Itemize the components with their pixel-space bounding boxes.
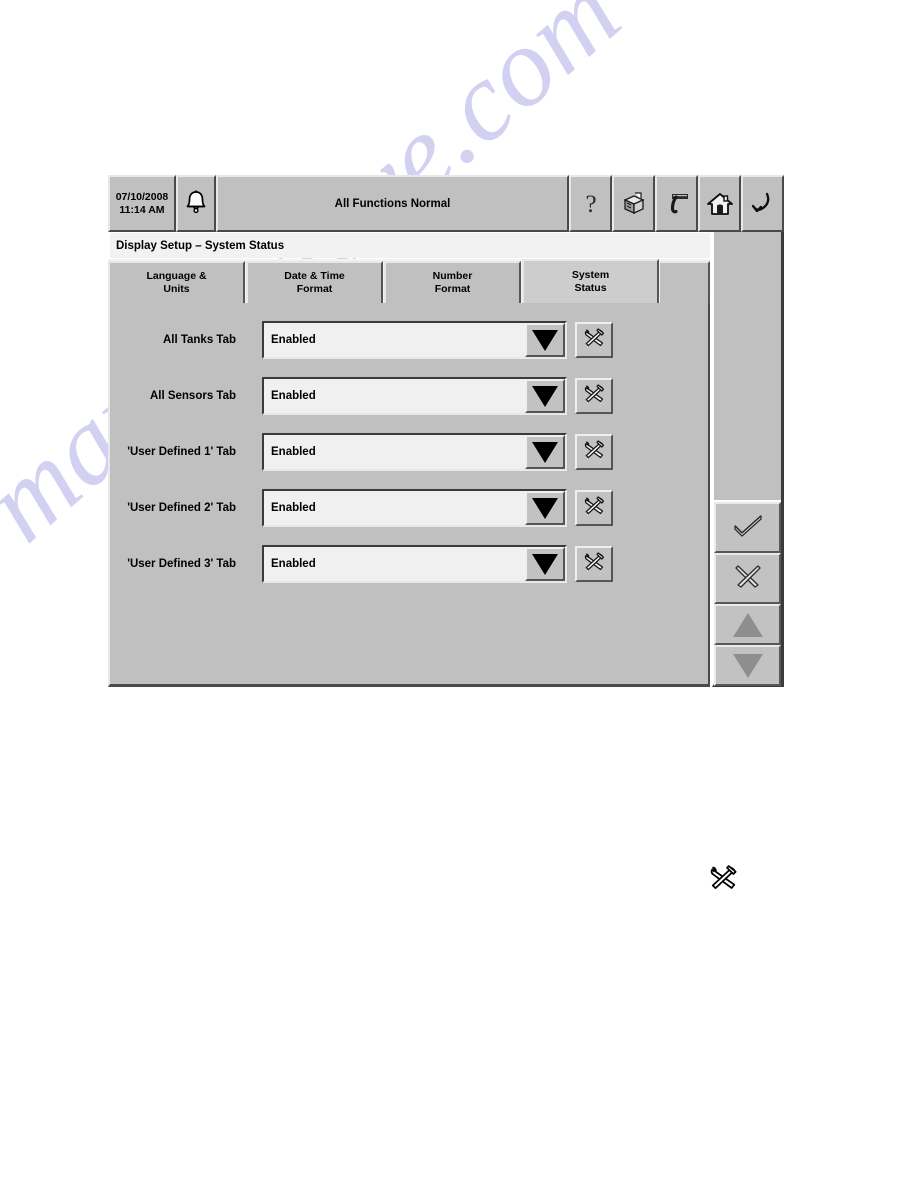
print-stack-icon bbox=[621, 191, 647, 217]
tab-label-line1: Language & bbox=[146, 270, 207, 282]
user-defined-3-tab-configure-button[interactable] bbox=[575, 546, 613, 582]
user-defined-3-tab-dropdown[interactable]: Enabled bbox=[262, 545, 567, 583]
bell-icon bbox=[184, 188, 208, 219]
tab-label-line1: Number bbox=[432, 270, 473, 282]
tab-label-line1: System bbox=[571, 269, 610, 281]
tab-label-line2: Status bbox=[574, 282, 607, 294]
tools-icon bbox=[582, 382, 606, 411]
tools-icon bbox=[582, 438, 606, 467]
print-button[interactable] bbox=[612, 175, 655, 232]
tools-icon bbox=[582, 550, 606, 579]
status-bar: 07/10/2008 11:14 AM All Functions Normal… bbox=[108, 175, 784, 232]
tab-language-units[interactable]: Language & Units bbox=[108, 261, 245, 303]
svg-text:?: ? bbox=[585, 191, 596, 218]
dropdown-arrow-button[interactable] bbox=[525, 435, 565, 469]
row-label: 'User Defined 2' Tab bbox=[127, 502, 236, 514]
row-user-defined-2-tab: 'User Defined 2' Tab Enabled bbox=[110, 489, 712, 527]
chevron-down-icon bbox=[532, 441, 558, 463]
row-label: All Sensors Tab bbox=[149, 390, 236, 402]
tools-icon bbox=[582, 326, 606, 355]
tab-label-line1: Date & Time bbox=[284, 270, 345, 282]
cancel-button[interactable] bbox=[714, 553, 781, 604]
dropdown-arrow-button[interactable] bbox=[525, 379, 565, 413]
scroll-down-button[interactable] bbox=[714, 645, 781, 686]
chevron-down-icon bbox=[532, 385, 558, 407]
dropdown-value: Enabled bbox=[271, 446, 316, 458]
all-sensors-tab-dropdown[interactable]: Enabled bbox=[262, 377, 567, 415]
setup-button[interactable] bbox=[655, 175, 698, 232]
row-user-defined-1-tab: 'User Defined 1' Tab Enabled bbox=[110, 433, 712, 471]
tools-icon bbox=[582, 494, 606, 523]
help-button[interactable]: ? bbox=[569, 175, 612, 232]
row-all-tanks-tab: All Tanks Tab Enabled bbox=[110, 321, 712, 359]
row-label: All Tanks Tab bbox=[162, 334, 236, 346]
return-arrow-icon bbox=[750, 190, 776, 218]
triangle-down-icon bbox=[732, 653, 763, 678]
side-button-column bbox=[712, 232, 784, 687]
alarm-button[interactable] bbox=[176, 175, 216, 232]
row-label: 'User Defined 1' Tab bbox=[127, 446, 236, 458]
tools-icon bbox=[707, 865, 739, 898]
user-defined-1-tab-dropdown[interactable]: Enabled bbox=[262, 433, 567, 471]
datetime-display: 07/10/2008 11:14 AM bbox=[108, 175, 176, 232]
help-icon: ? bbox=[578, 189, 604, 219]
settings-panel: All Tanks Tab Enabled All Sensors Tab En… bbox=[108, 303, 710, 687]
user-defined-1-tab-configure-button[interactable] bbox=[575, 434, 613, 470]
dropdown-arrow-button[interactable] bbox=[525, 547, 565, 581]
date-text: 07/10/2008 bbox=[115, 190, 169, 203]
side-column-spacer bbox=[714, 232, 781, 502]
setup-ruler-icon bbox=[663, 191, 691, 217]
tab-date-time-format[interactable]: Date & Time Format bbox=[246, 261, 383, 303]
all-sensors-tab-configure-button[interactable] bbox=[575, 378, 613, 414]
tab-number-format[interactable]: Number Format bbox=[384, 261, 521, 303]
time-text: 11:14 AM bbox=[119, 203, 165, 216]
dropdown-value: Enabled bbox=[271, 334, 316, 346]
dropdown-value: Enabled bbox=[271, 390, 316, 402]
all-tanks-tab-configure-button[interactable] bbox=[575, 322, 613, 358]
tab-label-line2: Units bbox=[163, 283, 190, 295]
device-screen: 07/10/2008 11:14 AM All Functions Normal… bbox=[108, 175, 784, 687]
tab-strip: Language & Units Date & Time Format Numb… bbox=[108, 259, 710, 303]
dropdown-value: Enabled bbox=[271, 502, 316, 514]
chevron-down-icon bbox=[532, 329, 558, 351]
accept-button[interactable] bbox=[714, 502, 781, 553]
home-button[interactable] bbox=[698, 175, 741, 232]
dropdown-arrow-button[interactable] bbox=[525, 323, 565, 357]
user-defined-2-tab-configure-button[interactable] bbox=[575, 490, 613, 526]
return-button[interactable] bbox=[741, 175, 784, 232]
tab-system-status[interactable]: System Status bbox=[522, 259, 659, 303]
dropdown-value: Enabled bbox=[271, 558, 316, 570]
chevron-down-icon bbox=[532, 553, 558, 575]
tab-label-line2: Format bbox=[434, 283, 471, 295]
row-user-defined-3-tab: 'User Defined 3' Tab Enabled bbox=[110, 545, 712, 583]
check-icon bbox=[731, 512, 765, 543]
home-icon bbox=[706, 191, 734, 217]
tab-label-line2: Format bbox=[296, 283, 333, 295]
all-tanks-tab-dropdown[interactable]: Enabled bbox=[262, 321, 567, 359]
tab-strip-filler bbox=[660, 261, 710, 303]
system-status-message: All Functions Normal bbox=[216, 175, 569, 232]
page-title: Display Setup – System Status bbox=[108, 232, 710, 258]
row-label: 'User Defined 3' Tab bbox=[127, 558, 236, 570]
caption-tools-icon-figure bbox=[707, 862, 739, 899]
scroll-up-button[interactable] bbox=[714, 604, 781, 645]
x-icon bbox=[734, 563, 762, 594]
row-all-sensors-tab: All Sensors Tab Enabled bbox=[110, 377, 712, 415]
triangle-up-icon bbox=[732, 612, 763, 637]
user-defined-2-tab-dropdown[interactable]: Enabled bbox=[262, 489, 567, 527]
chevron-down-icon bbox=[532, 497, 558, 519]
dropdown-arrow-button[interactable] bbox=[525, 491, 565, 525]
